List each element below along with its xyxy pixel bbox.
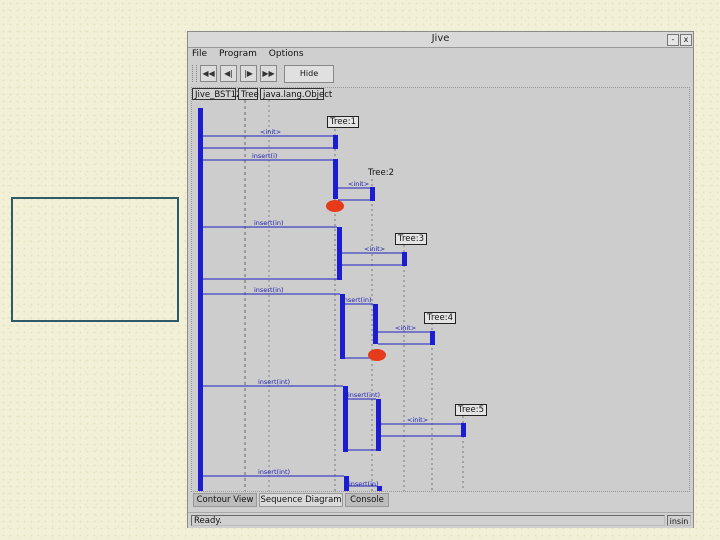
rewind-button[interactable]: ◀◀ [200,65,217,82]
message-label: insert(in) [342,296,372,304]
status-bar: Ready. insin [188,512,693,528]
fast-forward-button[interactable]: ▶▶ [260,65,277,82]
menu-bar: File Program Options [192,49,313,63]
message-label: <init> [395,324,417,332]
message-label: insert(i) [252,152,278,160]
message-label: insert(int) [258,468,291,476]
message-label: insert(int) [348,391,381,399]
object-tree3[interactable]: Tree:3 [395,233,427,245]
activation-tree1-insert[interactable] [333,159,338,199]
tab-contour-view[interactable]: Contour View [193,493,257,507]
message-label: <init> [348,180,370,188]
object-tree2[interactable]: Tree:2 [366,168,396,180]
breakpoint-marker[interactable] [368,349,386,361]
window-title: Jive [431,33,450,44]
activation-tree1-insert2[interactable] [337,227,342,280]
activation-tree1-init[interactable] [333,135,338,149]
menu-file[interactable]: File [192,49,207,59]
menu-program[interactable]: Program [219,49,257,59]
status-indicator: insin [667,515,691,526]
message-label: insert(int) [258,378,291,386]
menu-options[interactable]: Options [269,49,304,59]
step-back-button[interactable]: ◀| [220,65,237,82]
activation-tree5-init[interactable] [461,423,466,437]
step-forward-button[interactable]: |▶ [240,65,257,82]
message-label: <init> [407,416,429,424]
status-text: Ready. [191,515,665,526]
breakpoint-marker[interactable] [326,200,344,212]
activation-tree2-init[interactable] [370,187,375,201]
message-label: insert(in) [254,219,284,227]
message-label: <init> [260,128,282,136]
object-tree1[interactable]: Tree:1 [327,116,359,128]
close-button[interactable]: x [680,34,692,46]
message-label: <init> [364,245,386,253]
empty-outline-box [11,197,179,322]
object-tree4[interactable]: Tree:4 [424,312,456,324]
toolbar-grip[interactable] [192,65,197,82]
message-label: insert(in) [254,286,284,294]
activation-tree2-insert[interactable] [373,304,378,344]
activation-tree3-init[interactable] [402,252,407,266]
hide-sources-button[interactable]: Hide sources [284,65,334,94]
title-bar[interactable]: Jive - x [188,32,693,48]
minimize-button[interactable]: - [667,34,679,46]
sequence-diagram-panel: Jive_BST12 Tree java.lang.Object Tree:1 … [191,87,690,492]
activation-tree4-init[interactable] [430,331,435,345]
tab-console[interactable]: Console [345,493,389,507]
activation-tree2-insert2[interactable] [376,399,381,451]
tab-sequence-diagram[interactable]: Sequence Diagram [259,493,343,507]
message-label: insert(in) [349,480,379,488]
jive-window: Jive - x File Program Options ◀◀ ◀| |▶ ▶… [187,31,694,528]
activation-main[interactable] [198,108,203,492]
object-tree5[interactable]: Tree:5 [455,404,487,416]
